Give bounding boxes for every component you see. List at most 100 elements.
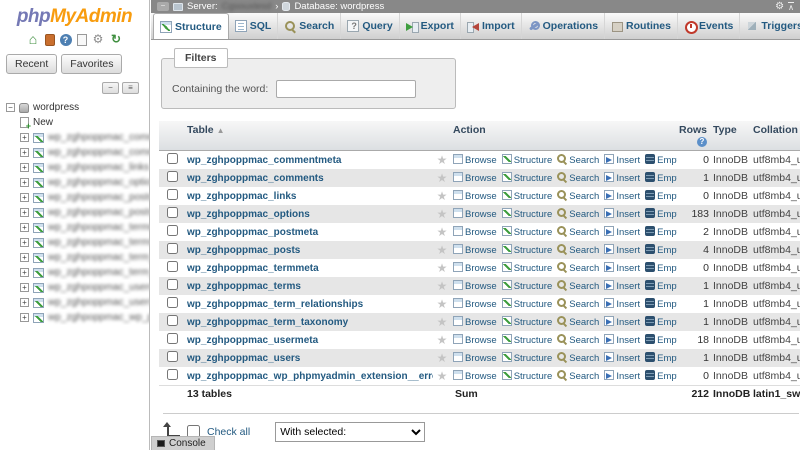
action-insert[interactable]: Insert [604, 155, 640, 166]
with-selected-select[interactable]: With selected: [275, 422, 425, 442]
tree-table-item[interactable]: + wp_zghpoppmac_term_taxon [6, 265, 149, 280]
action-insert[interactable]: Insert [604, 335, 640, 346]
row-checkbox[interactable] [167, 297, 178, 308]
action-structure[interactable]: Structure [502, 209, 553, 220]
row-checkbox[interactable] [167, 153, 178, 164]
tree-table-item[interactable]: + wp_zghpoppmac_postmeta [6, 190, 149, 205]
action-structure[interactable]: Structure [502, 227, 553, 238]
row-checkbox[interactable] [167, 207, 178, 218]
favorite-star-icon[interactable]: ★ [433, 151, 451, 170]
expand-icon[interactable]: + [20, 178, 29, 187]
expand-icon[interactable]: + [20, 238, 29, 247]
action-insert[interactable]: Insert [604, 263, 640, 274]
action-structure[interactable]: Structure [502, 173, 553, 184]
tree-table-item[interactable]: + wp_zghpoppmac_wp_phpmy [6, 310, 149, 325]
scroll-top-icon[interactable]: ∧ [788, 2, 794, 11]
page-settings-icon[interactable]: ⚙ [775, 1, 784, 12]
table-name-link[interactable]: wp_zghpoppmac_terms [187, 281, 301, 292]
favorite-star-icon[interactable]: ★ [433, 277, 451, 295]
action-insert[interactable]: Insert [604, 173, 640, 184]
tree-table-item[interactable]: + wp_zghpoppmac_commentmeta [6, 130, 149, 145]
action-search[interactable]: Search [557, 155, 599, 166]
nav-panel-collapse-icon[interactable]: − [157, 2, 169, 11]
expand-icon[interactable]: + [20, 253, 29, 262]
collapse-icon[interactable]: − [6, 103, 15, 112]
expand-icon[interactable]: + [20, 268, 29, 277]
table-name-link[interactable]: wp_zghpoppmac_options [187, 209, 310, 220]
tab-structure[interactable]: Structure [153, 13, 229, 39]
settings-icon[interactable]: ⚙ [92, 33, 105, 46]
action-browse[interactable]: Browse [453, 335, 497, 346]
expand-icon[interactable]: + [20, 313, 29, 322]
rows-help-icon[interactable]: ? [697, 137, 707, 147]
expand-icon[interactable]: + [20, 133, 29, 142]
action-insert[interactable]: Insert [604, 299, 640, 310]
row-checkbox[interactable] [167, 333, 178, 344]
action-empty[interactable]: Empty [645, 335, 677, 346]
expand-icon[interactable]: + [20, 193, 29, 202]
action-empty[interactable]: Empty [645, 191, 677, 202]
action-browse[interactable]: Browse [453, 209, 497, 220]
tree-table-item[interactable]: + wp_zghpoppmac_term_relatio [6, 250, 149, 265]
tab-sql[interactable]: SQL [229, 13, 279, 39]
action-structure[interactable]: Structure [502, 335, 553, 346]
row-checkbox[interactable] [167, 171, 178, 182]
tree-filter-button[interactable]: ≡ [122, 82, 139, 94]
table-name-link[interactable]: wp_zghpoppmac_usermeta [187, 335, 318, 346]
action-structure[interactable]: Structure [502, 263, 553, 274]
action-empty[interactable]: Empty [645, 281, 677, 292]
expand-icon[interactable]: + [20, 148, 29, 157]
containing-word-input[interactable] [276, 80, 416, 98]
favorite-star-icon[interactable]: ★ [433, 241, 451, 259]
action-search[interactable]: Search [557, 317, 599, 328]
tree-table-item[interactable]: + wp_zghpoppmac_users [6, 295, 149, 310]
favorite-star-icon[interactable]: ★ [433, 313, 451, 331]
action-empty[interactable]: Empty [645, 263, 677, 274]
action-browse[interactable]: Browse [453, 173, 497, 184]
action-structure[interactable]: Structure [502, 317, 553, 328]
action-search[interactable]: Search [557, 245, 599, 256]
tab-export[interactable]: Export [400, 13, 461, 39]
table-name-link[interactable]: wp_zghpoppmac_posts [187, 245, 300, 256]
row-checkbox[interactable] [167, 189, 178, 200]
breadcrumb-server-name[interactable]: Cgsouxlesd [222, 1, 272, 12]
action-browse[interactable]: Browse [453, 263, 497, 274]
tab-import[interactable]: Import [461, 13, 522, 39]
tab-search[interactable]: Search [278, 13, 341, 39]
favorite-star-icon[interactable]: ★ [433, 223, 451, 241]
tree-table-item[interactable]: + wp_zghpoppmac_terms [6, 235, 149, 250]
action-insert[interactable]: Insert [604, 371, 640, 382]
favorite-star-icon[interactable]: ★ [433, 295, 451, 313]
action-empty[interactable]: Empty [645, 155, 677, 166]
favorite-star-icon[interactable]: ★ [433, 259, 451, 277]
recent-button[interactable]: Recent [6, 54, 57, 74]
tree-table-item[interactable]: + wp_zghpoppmac_options [6, 175, 149, 190]
expand-icon[interactable]: + [20, 283, 29, 292]
row-checkbox[interactable] [167, 369, 178, 380]
tree-table-item[interactable]: + wp_zghpoppmac_comments [6, 145, 149, 160]
row-checkbox[interactable] [167, 351, 178, 362]
action-browse[interactable]: Browse [453, 281, 497, 292]
table-name-link[interactable]: wp_zghpoppmac_commentmeta [187, 155, 341, 166]
action-empty[interactable]: Empty [645, 209, 677, 220]
action-insert[interactable]: Insert [604, 227, 640, 238]
action-search[interactable]: Search [557, 263, 599, 274]
tab-routines[interactable]: Routines [605, 13, 678, 39]
table-name-link[interactable]: wp_zghpoppmac_links [187, 191, 296, 202]
table-name-link[interactable]: wp_zghpoppmac_users [187, 353, 300, 364]
action-browse[interactable]: Browse [453, 371, 497, 382]
action-empty[interactable]: Empty [645, 245, 677, 256]
tree-database-wordpress[interactable]: − wordpress [6, 100, 149, 115]
table-name-link[interactable]: wp_zghpoppmac_termmeta [187, 263, 319, 274]
action-insert[interactable]: Insert [604, 353, 640, 364]
tree-table-item[interactable]: + wp_zghpoppmac_usermeta [6, 280, 149, 295]
action-insert[interactable]: Insert [604, 209, 640, 220]
favorite-star-icon[interactable]: ★ [433, 187, 451, 205]
expand-icon[interactable]: + [20, 208, 29, 217]
action-insert[interactable]: Insert [604, 281, 640, 292]
action-browse[interactable]: Browse [453, 317, 497, 328]
favorite-star-icon[interactable]: ★ [433, 169, 451, 187]
action-structure[interactable]: Structure [502, 155, 553, 166]
tree-table-item[interactable]: + wp_zghpoppmac_links [6, 160, 149, 175]
column-header-table[interactable]: Table ▲ [185, 121, 433, 151]
